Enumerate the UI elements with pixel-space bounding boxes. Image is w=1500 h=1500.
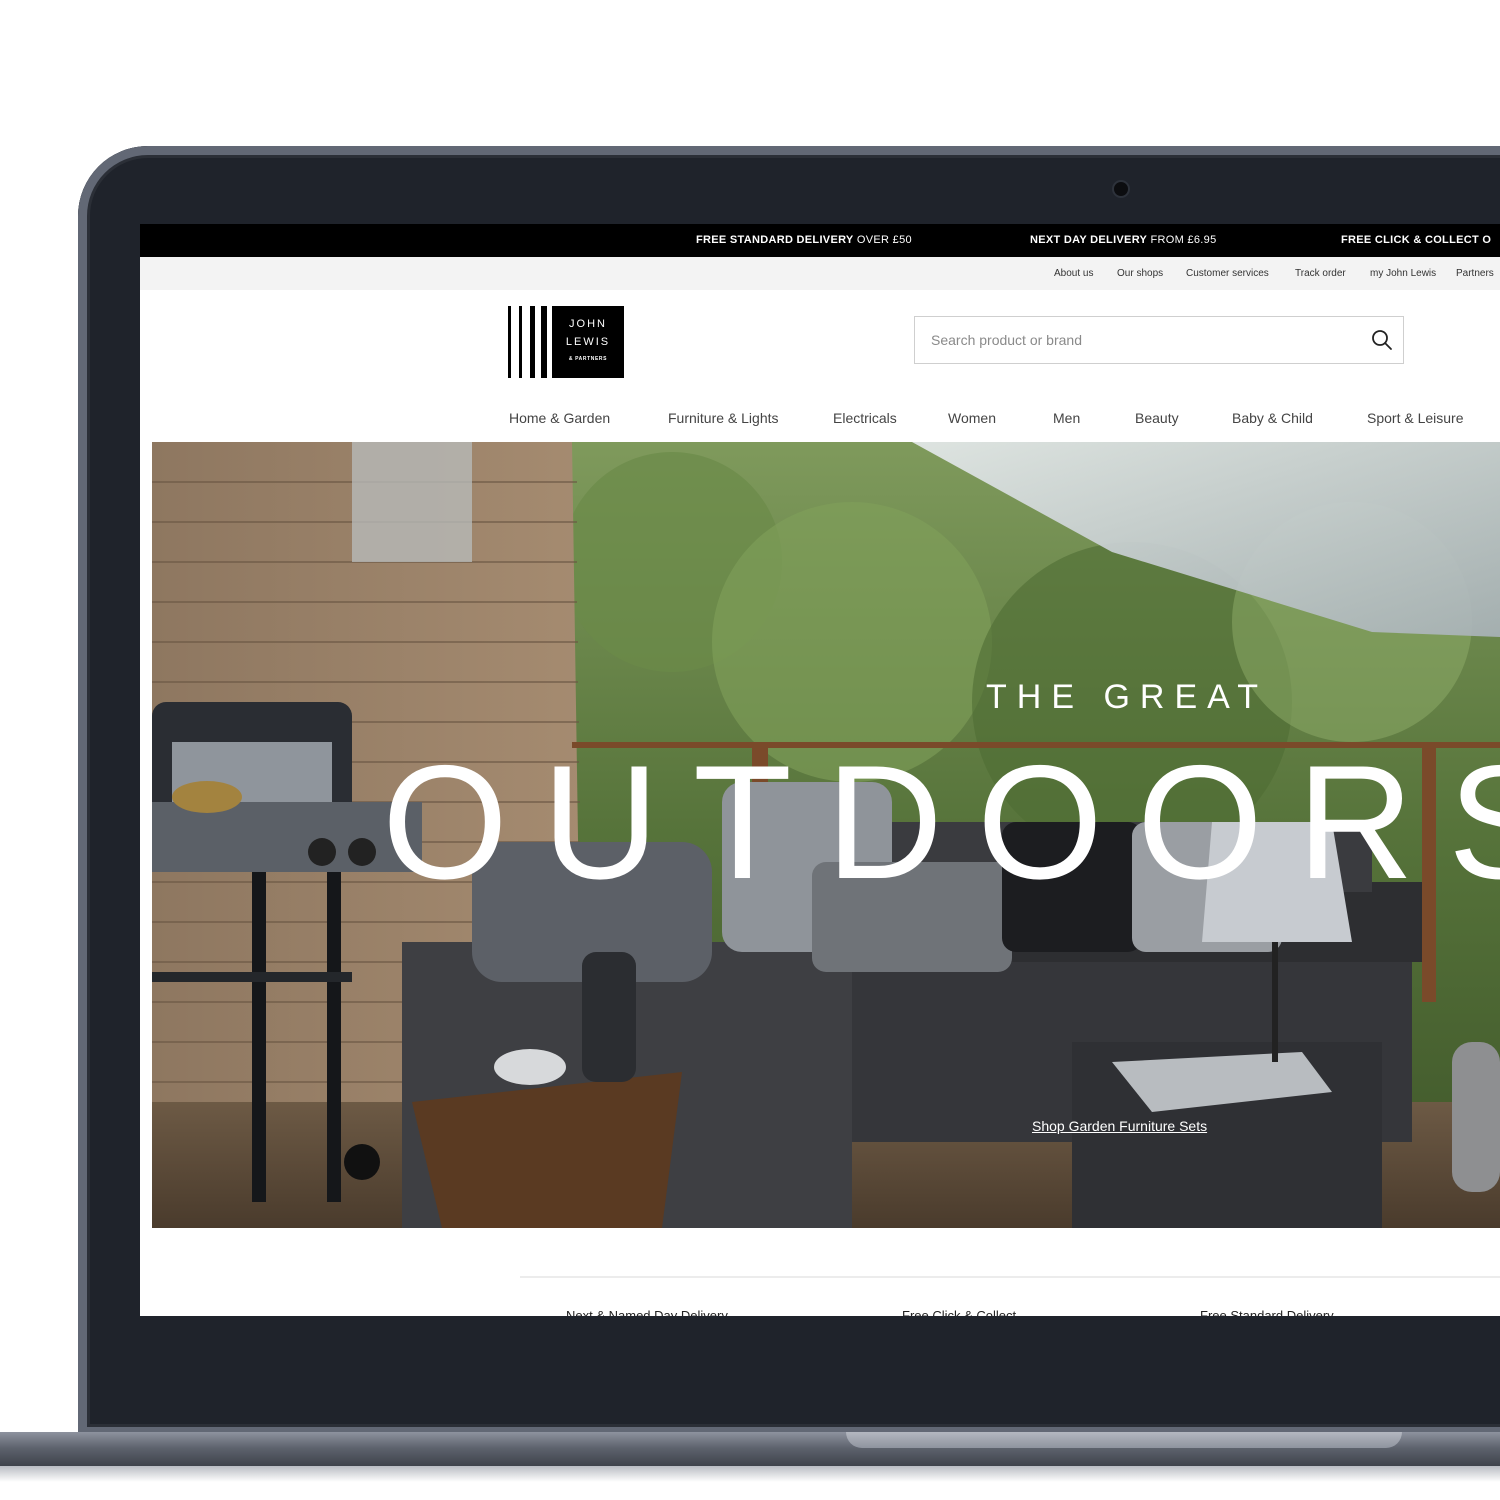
search-icon[interactable] [1369,327,1395,353]
hero-banner[interactable]: THE GREAT OUTDOORS Shop Garden Furniture… [152,442,1500,1228]
utility-bar: About us Our shops Customer services Tra… [140,257,1500,290]
search-box [914,316,1404,364]
logo-line-partners: & PARTNERS [568,356,608,362]
logo-stripe [541,306,547,378]
util-link-our-shops[interactable]: Our shops [1117,268,1163,279]
service-click-collect[interactable]: Free Click & Collect [902,1308,1016,1316]
promo-click-collect[interactable]: FREE CLICK & COLLECT O [1341,234,1491,246]
promo-click-collect-bold: FREE CLICK & COLLECT O [1341,234,1492,246]
nav-home-garden[interactable]: Home & Garden [509,410,610,426]
promo-next-day-rest: FROM £6.95 [1147,234,1217,246]
hero-shop-link[interactable]: Shop Garden Furniture Sets [1032,1118,1207,1134]
section-divider [520,1276,1500,1278]
util-link-track-order[interactable]: Track order [1295,268,1346,279]
john-lewis-logo[interactable]: JOHN LEWIS & PARTNERS [508,306,624,378]
logo-wordmark: JOHN LEWIS & PARTNERS [552,306,624,378]
nav-men[interactable]: Men [1053,410,1080,426]
webcam-icon [1112,180,1130,198]
nav-sport-leisure[interactable]: Sport & Leisure [1367,410,1464,426]
logo-line-lewis: LEWIS [565,336,611,348]
nav-baby-child[interactable]: Baby & Child [1232,410,1313,426]
promo-free-delivery-rest: OVER £50 [853,234,912,246]
browser-screen: FREE STANDARD DELIVERY OVER £50 NEXT DAY… [140,224,1500,1316]
promo-free-delivery[interactable]: FREE STANDARD DELIVERY OVER £50 [696,234,912,246]
search-input[interactable] [915,317,1387,363]
logo-stripe [519,306,522,378]
hero-kicker: THE GREAT [986,678,1269,716]
util-link-customer-services[interactable]: Customer services [1186,268,1269,279]
util-link-my-john-lewis[interactable]: my John Lewis [1370,268,1436,279]
logo-line-john: JOHN [569,318,607,330]
nav-women[interactable]: Women [948,410,996,426]
promo-free-delivery-bold: FREE STANDARD DELIVERY [696,234,854,246]
laptop-hinge-notch [846,1432,1402,1448]
main-nav: Home & Garden Furniture & Lights Electri… [140,394,1500,444]
service-next-named-day[interactable]: Next & Named Day Delivery [566,1308,728,1316]
hero-title: OUTDOORS [382,732,1500,913]
util-link-about-us[interactable]: About us [1054,268,1093,279]
service-standard-delivery[interactable]: Free Standard Delivery [1200,1308,1334,1316]
promo-next-day[interactable]: NEXT DAY DELIVERY FROM £6.95 [1030,234,1217,246]
nav-electricals[interactable]: Electricals [833,410,897,426]
promo-bar: FREE STANDARD DELIVERY OVER £50 NEXT DAY… [140,224,1500,257]
nav-furniture-lights[interactable]: Furniture & Lights [668,410,779,426]
promo-next-day-bold: NEXT DAY DELIVERY [1030,234,1148,246]
util-link-partners[interactable]: Partners [1456,268,1494,279]
site-header: JOHN LEWIS & PARTNERS [140,290,1500,395]
logo-stripe [508,306,511,378]
logo-stripe [530,306,535,378]
nav-beauty[interactable]: Beauty [1135,410,1179,426]
laptop-shadow [0,1466,1500,1482]
